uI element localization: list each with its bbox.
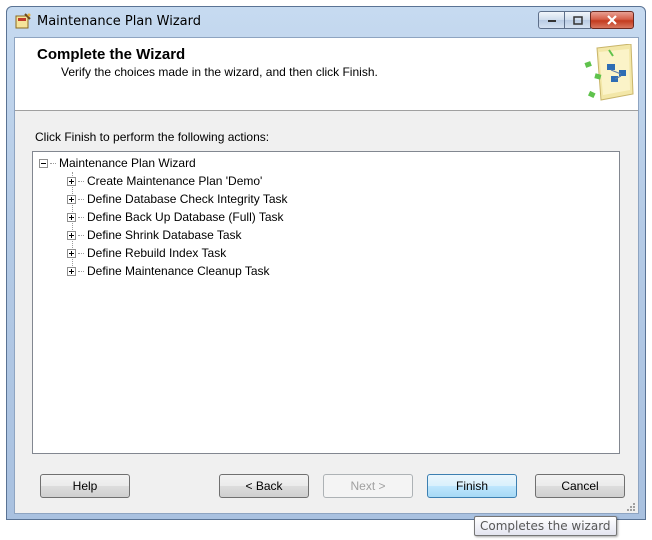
tree-item[interactable]: Define Back Up Database (Full) Task [67, 208, 284, 226]
tree-dots [78, 270, 84, 272]
tree-dots [78, 252, 84, 254]
expand-icon[interactable] [67, 248, 76, 258]
expand-icon[interactable] [67, 176, 76, 186]
tree-item-label: Maintenance Plan Wizard [59, 156, 196, 170]
instructions-label: Click Finish to perform the following ac… [35, 130, 270, 144]
finish-tooltip: Completes the wizard [474, 516, 617, 536]
wizard-app-icon [15, 13, 31, 29]
tree-dots [78, 198, 84, 200]
cancel-button[interactable]: Cancel [535, 474, 625, 498]
expand-icon[interactable] [67, 266, 76, 276]
tree-item[interactable]: Define Database Check Integrity Task [67, 190, 288, 208]
expand-icon[interactable] [67, 212, 76, 222]
tree-item-label: Define Shrink Database Task [87, 228, 242, 242]
wizard-window: Maintenance Plan Wizard Complete the Wiz… [6, 6, 646, 520]
tree-item-label: Define Rebuild Index Task [87, 246, 227, 260]
finish-button[interactable]: Finish [427, 474, 517, 498]
expand-icon[interactable] [67, 230, 76, 240]
tree-item[interactable]: Define Shrink Database Task [67, 226, 242, 244]
close-icon [607, 15, 617, 25]
tree-item[interactable]: Create Maintenance Plan 'Demo' [67, 172, 262, 190]
tree-dots [78, 234, 84, 236]
tree-item-label: Define Back Up Database (Full) Task [87, 210, 284, 224]
page-subtitle: Verify the choices made in the wizard, a… [61, 65, 378, 79]
tree-item-label: Define Database Check Integrity Task [87, 192, 288, 206]
window-title: Maintenance Plan Wizard [37, 14, 201, 29]
wizard-client-area: Complete the Wizard Verify the choices m… [14, 37, 639, 514]
back-button[interactable]: < Back [219, 474, 309, 498]
expand-icon[interactable] [67, 194, 76, 204]
wizard-header: Complete the Wizard Verify the choices m… [15, 38, 638, 111]
tree-dots [50, 162, 56, 164]
actions-tree[interactable]: Maintenance Plan Wizard Create Maintenan… [32, 151, 620, 454]
close-button[interactable] [590, 11, 634, 29]
tree-dots [78, 180, 84, 182]
collapse-icon[interactable] [39, 158, 48, 168]
button-bar: Help < Back Next > Finish Cancel [15, 468, 638, 508]
tree-item-label: Create Maintenance Plan 'Demo' [87, 174, 263, 188]
tree-item[interactable]: Define Maintenance Cleanup Task [67, 262, 270, 280]
resize-grip-icon[interactable] [626, 501, 636, 511]
tree-item-label: Define Maintenance Cleanup Task [87, 264, 270, 278]
next-button[interactable]: Next > [323, 474, 413, 498]
wizard-graphic-icon [575, 43, 635, 106]
maximize-button[interactable] [564, 11, 591, 29]
tree-dots [78, 216, 84, 218]
tree-root-item[interactable]: Maintenance Plan Wizard [39, 154, 196, 172]
minimize-icon [547, 20, 556, 22]
maximize-icon [572, 15, 583, 25]
minimize-button[interactable] [538, 11, 565, 29]
help-button[interactable]: Help [40, 474, 130, 498]
title-bar[interactable]: Maintenance Plan Wizard [7, 7, 645, 37]
page-title: Complete the Wizard [37, 46, 186, 63]
tree-item[interactable]: Define Rebuild Index Task [67, 244, 226, 262]
